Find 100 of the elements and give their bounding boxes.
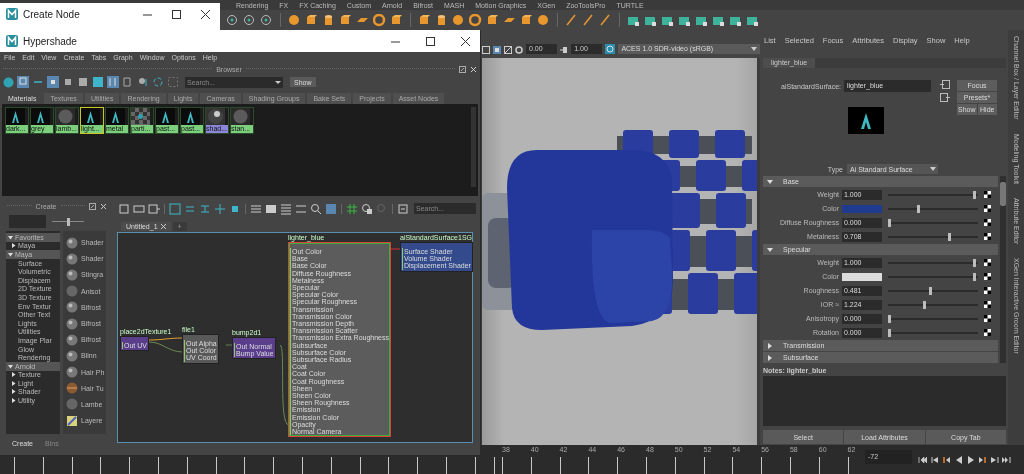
graph-node[interactable] — [288, 242, 391, 438]
large-swatch-icon[interactable] — [77, 76, 89, 88]
go-to-end-icon[interactable] — [1002, 455, 1011, 464]
sphere-icon[interactable] — [452, 13, 465, 27]
checker-icon[interactable] — [984, 301, 991, 308]
checker-icon[interactable] — [984, 259, 991, 266]
checker-icon[interactable] — [984, 273, 991, 280]
previous-key-icon[interactable] — [930, 455, 939, 464]
region-icon[interactable] — [504, 46, 512, 54]
search-icon[interactable] — [310, 202, 322, 215]
torus-icon[interactable] — [373, 13, 386, 27]
disclosure-triangle-icon[interactable] — [11, 398, 16, 404]
slider-thumb[interactable] — [888, 328, 891, 337]
slider-thumb[interactable] — [66, 217, 70, 226]
step-back-icon[interactable] — [942, 455, 951, 464]
checker-icon[interactable] — [984, 329, 991, 336]
cube-icon[interactable] — [486, 13, 499, 27]
cube-icon[interactable] — [390, 13, 403, 27]
play-icon[interactable] — [966, 455, 975, 464]
slider-thumb[interactable] — [973, 258, 977, 267]
notes-field[interactable] — [763, 376, 1006, 426]
go-to-start-icon[interactable] — [918, 455, 927, 464]
input-connection-icon[interactable] — [940, 80, 950, 89]
frame-icon[interactable] — [493, 46, 501, 54]
disclosure-triangle-icon[interactable] — [11, 389, 16, 395]
checker-icon[interactable] — [984, 287, 991, 294]
cube-icon[interactable] — [305, 13, 318, 27]
checker-icon[interactable] — [984, 233, 991, 240]
lines-icon[interactable] — [280, 202, 292, 215]
rearrange-icon[interactable] — [397, 202, 409, 215]
disclosure-triangle-icon[interactable] — [8, 234, 13, 240]
disclosure-triangle-icon[interactable] — [767, 246, 773, 253]
color-swatch[interactable] — [842, 204, 882, 213]
checker-icon[interactable] — [984, 205, 991, 212]
cube-icon[interactable] — [520, 13, 533, 27]
swatch-icon[interactable] — [17, 76, 29, 88]
dropdown-button[interactable] — [273, 76, 283, 88]
step-forward-icon[interactable] — [978, 455, 987, 464]
frame-icon[interactable] — [148, 202, 160, 215]
disclosure-triangle-icon[interactable] — [8, 252, 13, 257]
scrollbar[interactable] — [1000, 176, 1006, 363]
disclosure-triangle-icon[interactable] — [767, 342, 773, 349]
maximize-icon[interactable] — [426, 36, 435, 46]
disclosure-triangle-icon[interactable] — [767, 354, 773, 361]
checker-icon[interactable] — [984, 315, 991, 322]
slider-thumb[interactable] — [928, 286, 932, 295]
slider-thumb[interactable] — [888, 314, 891, 323]
lines-icon[interactable] — [265, 202, 277, 215]
extra-large-swatch-icon[interactable] — [92, 76, 104, 88]
sphere-icon[interactable] — [537, 13, 550, 27]
frame-icon[interactable] — [133, 202, 145, 215]
line-tool-icon[interactable] — [565, 13, 578, 27]
small-swatch-icon[interactable] — [47, 76, 59, 88]
cube-icon[interactable] — [339, 13, 352, 27]
disclosure-triangle-icon[interactable] — [767, 178, 773, 185]
cube-icon[interactable] — [418, 13, 431, 27]
play-backward-icon[interactable] — [954, 455, 963, 464]
disclosure-triangle-icon[interactable] — [11, 380, 16, 386]
medium-swatch-icon[interactable] — [62, 76, 74, 88]
cylinder-icon[interactable] — [435, 13, 448, 27]
lines-icon[interactable] — [295, 202, 307, 215]
line-tool-icon[interactable] — [599, 13, 612, 27]
next-key-icon[interactable] — [990, 455, 999, 464]
torus-icon[interactable] — [469, 13, 482, 27]
search-field[interactable] — [9, 215, 46, 228]
sphere-icon[interactable] — [288, 13, 301, 27]
disclosure-triangle-icon[interactable] — [11, 243, 16, 249]
cylinder-icon[interactable] — [322, 13, 335, 27]
gear-icon[interactable] — [515, 46, 523, 54]
slider-thumb[interactable] — [916, 204, 920, 213]
target-icon[interactable] — [226, 13, 239, 27]
grid-icon[interactable] — [346, 202, 358, 215]
target-icon[interactable] — [260, 13, 273, 27]
slider-thumb[interactable] — [948, 232, 951, 241]
disclosure-triangle-icon[interactable] — [8, 363, 13, 369]
refresh-icon[interactable] — [152, 76, 164, 88]
output-connection-icon[interactable] — [940, 93, 950, 102]
slider-thumb[interactable] — [973, 272, 977, 281]
frame-icon[interactable] — [118, 202, 130, 215]
float-icon[interactable] — [459, 65, 466, 73]
swatch-icon[interactable] — [325, 202, 337, 215]
slider-thumb[interactable] — [922, 300, 926, 309]
target-icon[interactable] — [243, 13, 256, 27]
disclosure-triangle-icon[interactable] — [11, 372, 16, 378]
slider-thumb[interactable] — [888, 218, 891, 227]
frame-icon[interactable] — [482, 46, 490, 54]
maximize-icon[interactable] — [172, 9, 181, 19]
snap-icon[interactable] — [361, 202, 373, 215]
checker-icon[interactable] — [984, 191, 991, 198]
sphere-icon — [66, 252, 78, 265]
sphere-icon — [66, 268, 78, 281]
checker-icon[interactable] — [984, 219, 991, 226]
line-tool-icon[interactable] — [582, 13, 595, 27]
float-icon[interactable] — [89, 202, 96, 210]
close-icon[interactable] — [201, 9, 210, 19]
color-swatch[interactable] — [842, 272, 882, 281]
lines-icon[interactable] — [250, 202, 262, 215]
connection-line — [225, 344, 234, 346]
slider-thumb[interactable] — [973, 190, 977, 199]
close-icon[interactable] — [461, 36, 470, 46]
